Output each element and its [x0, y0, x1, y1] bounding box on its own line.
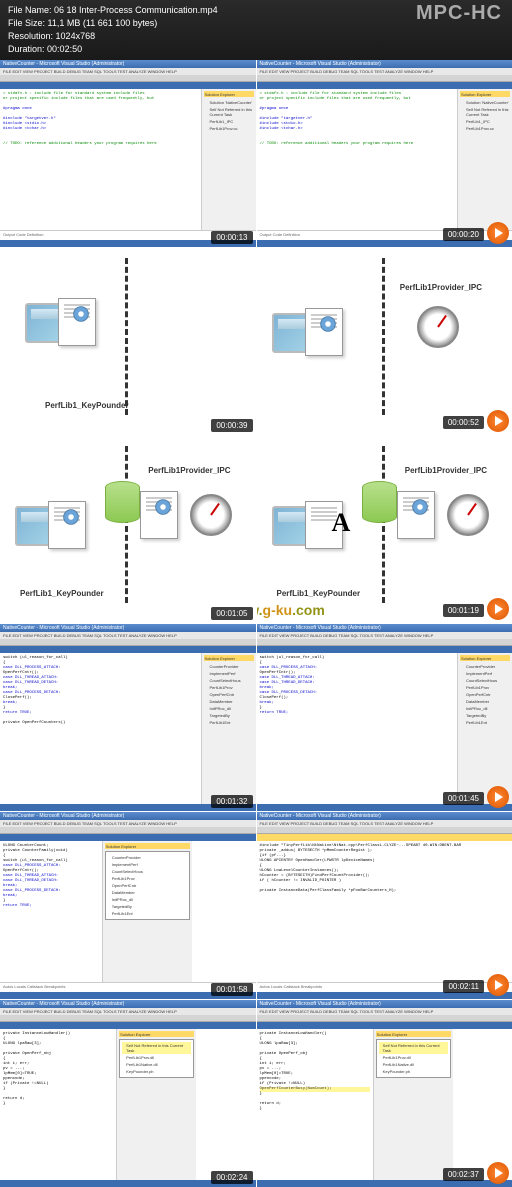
duration-label: Duration: — [8, 44, 45, 54]
thumbnail-3[interactable]: PerfLib1_KeyPounder 00:00:39 — [0, 248, 256, 435]
diagram-label: PerfLib1_KeyPounder — [45, 401, 129, 410]
timestamp: 00:02:24 — [211, 1171, 252, 1184]
watermark: www.g-ku.com — [257, 602, 325, 618]
thumbnail-7[interactable]: NativeCounter - Microsoft Visual Studio … — [0, 624, 256, 811]
gear-icon — [60, 506, 82, 528]
diagram-label-kp: PerfLib1_KeyPounder — [277, 589, 361, 598]
thumbnail-4[interactable]: PerfLib1Provider_IPC 00:00:52 — [257, 248, 512, 435]
thumbnail-11[interactable]: NativeCounter - Microsoft Visual Studio … — [0, 1000, 256, 1187]
timestamp: 00:01:58 — [211, 983, 252, 996]
play-icon[interactable] — [487, 598, 509, 620]
gear-icon — [317, 313, 339, 335]
app-title: MPC-HC — [416, 2, 502, 25]
gear-icon — [409, 496, 431, 518]
gear-icon — [152, 496, 174, 518]
filename-value: 06 18 Inter-Process Communication.mp4 — [54, 5, 218, 15]
play-icon[interactable] — [487, 222, 509, 244]
thumbnail-9[interactable]: NativeCounter - Microsoft Visual Studio … — [0, 812, 256, 999]
thumbnail-5[interactable]: PerfLib1Provider_IPC PerfLib1_KeyPounder… — [0, 436, 256, 623]
solution-explorer: Solution Explorer Solution 'NativeCounte… — [201, 89, 256, 230]
cylinder-icon — [105, 481, 140, 523]
play-icon[interactable] — [487, 1162, 509, 1184]
resolution-label: Resolution: — [8, 31, 53, 41]
filename-label: File Name: — [8, 5, 52, 15]
gauge-icon — [417, 306, 459, 348]
diagram-label-kp: PerfLib1_KeyPounder — [20, 589, 104, 598]
vs-tabbar — [0, 82, 256, 89]
vs-titlebar: NativeCounter - Microsoft Visual Studio … — [0, 60, 256, 68]
timestamp: 00:00:13 — [211, 231, 252, 244]
play-icon[interactable] — [487, 410, 509, 432]
thumbnail-2[interactable]: NativeCounter - Microsoft Visual Studio … — [257, 60, 512, 247]
vs-menubar: FILE EDIT VIEW PROJECT BUILD DEBUG TEAM … — [0, 68, 256, 75]
vs-toolbar — [0, 75, 256, 82]
timestamp: 00:02:37 — [443, 1168, 484, 1181]
cylinder-icon — [362, 481, 397, 523]
thumbnail-12[interactable]: NativeCounter - Microsoft Visual Studio … — [257, 1000, 512, 1187]
diagram-label-ipc: PerfLib1Provider_IPC — [400, 283, 482, 292]
letter-a: A — [332, 508, 351, 538]
thumbnail-6[interactable]: A PerfLib1Provider_IPC PerfLib1_KeyPound… — [257, 436, 512, 623]
resolution-value: 1024x768 — [56, 31, 96, 41]
vs-editor: = stdafx.h : include file for standard s… — [0, 89, 201, 230]
filesize-label: File Size: — [8, 18, 45, 28]
timestamp: 00:00:39 — [211, 419, 252, 432]
timestamp: 00:01:05 — [211, 607, 252, 620]
thumbnail-1[interactable]: NativeCounter - Microsoft Visual Studio … — [0, 60, 256, 247]
duration-value: 00:02:50 — [47, 44, 82, 54]
timestamp: 00:01:32 — [211, 795, 252, 808]
thumbnail-8[interactable]: NativeCounter - Microsoft Visual Studio … — [257, 624, 512, 811]
filesize-value: 11,1 MB (11 661 100 bytes) — [48, 18, 158, 28]
play-icon[interactable] — [487, 786, 509, 808]
timestamp: 00:01:45 — [443, 792, 484, 805]
gauge-icon — [190, 494, 232, 536]
timestamp: 00:01:19 — [443, 604, 484, 617]
gear-icon — [70, 303, 92, 325]
diagram-label-ipc: PerfLib1Provider_IPC — [405, 466, 487, 475]
timestamp: 00:02:11 — [443, 980, 484, 993]
diagram-label-ipc: PerfLib1Provider_IPC — [148, 466, 230, 475]
timestamp: 00:00:20 — [443, 228, 484, 241]
thumbnail-10[interactable]: NativeCounter - Microsoft Visual Studio … — [257, 812, 512, 999]
timestamp: 00:00:52 — [443, 416, 484, 429]
player-header: MPC-HC File Name: 06 18 Inter-Process Co… — [0, 0, 512, 60]
thumbnail-grid: NativeCounter - Microsoft Visual Studio … — [0, 60, 512, 1187]
gauge-icon — [447, 494, 489, 536]
play-icon[interactable] — [487, 974, 509, 996]
